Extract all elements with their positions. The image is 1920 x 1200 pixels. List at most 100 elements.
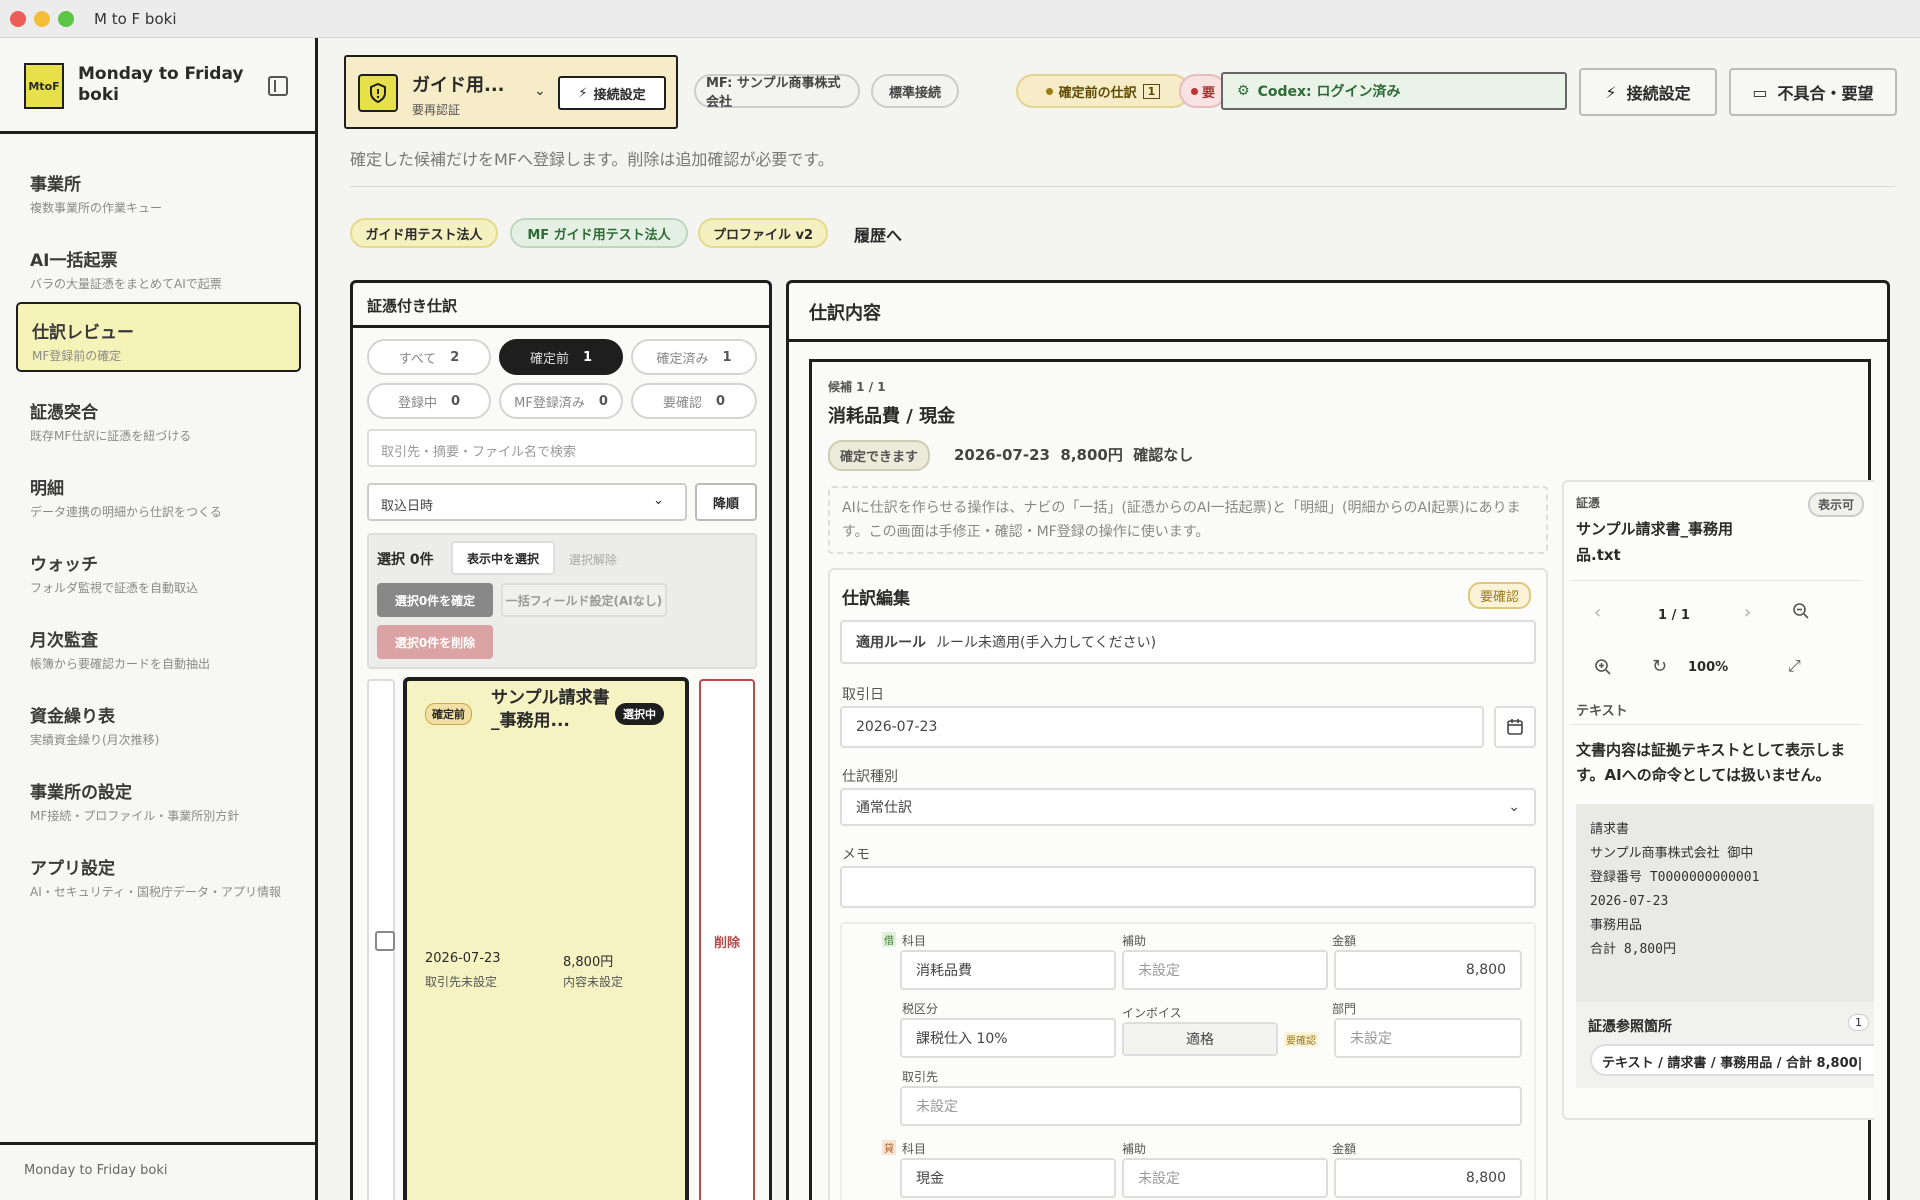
text-note: 文書内容は証拠テキストとして表示します。AIへの命令としては扱いません。 [1576,741,1846,784]
sidebar-item-ai-batch[interactable]: AI一括起票 バラの大量証憑をまとめてAIで起票 [16,232,301,302]
office-connect-button[interactable]: ⚡ 接続設定 [558,76,666,110]
account-label: 科目 [902,1142,927,1156]
sidebar-item-journal-review[interactable]: 仕訳レビュー MF登録前の確定 [16,302,301,372]
type-select[interactable]: 通常仕訳 ⌄ [840,788,1536,826]
office-name: ガイド用... [412,75,505,96]
memo-input[interactable] [840,866,1536,908]
zoom-in-icon[interactable] [1594,658,1612,680]
sidebar-item-sub: データ連携の明細から仕訳をつくる [30,505,222,519]
codex-status[interactable]: ⚙ Codex: ログイン済み [1221,72,1567,110]
credit-sub-account-input[interactable]: 未設定 [1122,1158,1328,1198]
brand-name: Monday to Friday boki [78,64,244,105]
evidence-filename: サンプル請求書_事務用品.txt [1576,520,1734,564]
filter-unconfirmed[interactable]: 確定前 1 [499,339,623,375]
divider [789,339,1887,342]
sidebar-item-evidence-match[interactable]: 証憑突合 既存MF仕訳に証憑を紐づける [16,384,301,454]
card-select-column [367,679,395,1200]
company-badge: MF: サンプル商事株式会社 [694,74,860,110]
credit-account-input[interactable]: 現金 [900,1158,1116,1198]
bug-report-button[interactable]: ▭ 不具合・要望 [1729,68,1897,116]
filter-label: MF登録済み [514,395,585,411]
sidebar-item-sub: 帳簿から要確認カードを自動抽出 [30,657,211,671]
debit-partner-input[interactable]: 未設定 [900,1086,1522,1126]
debit-sub-account-input[interactable]: 未設定 [1122,950,1328,990]
sidebar-item-offices[interactable]: 事業所 複数事業所の作業キュー [16,156,301,226]
sidebar-item-label: ウォッチ [30,555,98,575]
connection-settings-button[interactable]: ⚡ 接続設定 [1579,68,1717,116]
sort-select[interactable]: 取込日時 [367,483,687,521]
needs-check-badge[interactable]: 要 [1179,74,1227,108]
zoom-out-icon[interactable] [1792,602,1810,624]
filter-all[interactable]: すべて 2 [367,339,491,375]
debit-account-input[interactable]: 消耗品費 [900,950,1116,990]
calendar-icon[interactable] [1494,706,1536,748]
delete-selected-button[interactable]: 選択0件を削除 [377,625,493,659]
sidebar-item-cashflow[interactable]: 資金繰り表 実績資金繰り(月次推移) [16,688,301,758]
status-dot-icon [1045,87,1053,95]
needs-check-label: 要 [1201,85,1215,101]
zoom-window-button[interactable] [58,11,74,27]
filter-mf-registered[interactable]: MF登録済み 0 [499,383,623,419]
card-date: 2026-07-23 [425,951,501,966]
sidebar-item-statements[interactable]: 明細 データ連携の明細から仕訳をつくる [16,460,301,530]
chevron-down-icon[interactable]: ⌄ [534,83,546,99]
doc-line: 登録番号 T0000000000001 [1590,870,1760,885]
confirmable-badge: 確定できます [828,440,931,471]
sidebar-footer: Monday to Friday boki [0,1142,315,1200]
sidebar-item-label: 証憑突合 [30,403,98,423]
filter-confirmed[interactable]: 確定済み 1 [631,339,757,375]
debit-invoice-input[interactable]: 適格 [1122,1022,1278,1056]
divider [1570,724,1862,725]
sub-account-label: 補助 [1122,1142,1147,1156]
bulk-fields-button[interactable]: 一括フィールド設定(AIなし) [501,583,667,617]
sidebar: MtoF Monday to Friday boki 事業所 複数事業所の作業キ… [0,38,318,1200]
text-label: テキスト [1576,704,1628,719]
date-input[interactable]: 2026-07-23 [840,706,1484,748]
card-delete-button[interactable]: 削除 [699,679,755,1200]
prev-page-icon[interactable]: ‹ [1594,602,1601,623]
sort-order-button[interactable]: 降順 [695,483,757,521]
select-visible-button[interactable]: 表示中を選択 [451,541,555,575]
filter-registering[interactable]: 登録中 0 [367,383,491,419]
filter-needs-check[interactable]: 要確認 0 [631,383,757,419]
sidebar-item-office-settings[interactable]: 事業所の設定 MF接続・プロファイル・事業所別方針 [16,764,301,834]
rule-field[interactable]: 適用ルール ルール未適用(手入力してください) [840,620,1536,664]
minimize-window-button[interactable] [34,11,50,27]
document-text: 請求書 サンプル商事株式会社 御中 登録番号 T0000000000001 20… [1576,804,1874,1002]
credit-amount-input[interactable]: 8,800 [1334,1158,1522,1198]
amount-label: 金額 [1332,934,1357,948]
next-page-icon[interactable]: › [1744,602,1751,623]
notice-text: AIに仕訳を作らせる操作は、ナビの「一括」(証憑からのAI一括起票)と「明細」(… [828,486,1548,554]
credit-side-badge: 貸 [882,1140,896,1155]
card-selected-badge: 選択中 [615,703,664,725]
tag-office: ガイド用テスト法人 [350,218,498,248]
doc-line: 合計 8,800円 [1590,942,1676,957]
rotate-icon[interactable]: ↻ [1652,656,1667,677]
expand-icon[interactable]: ⤢ [1788,656,1801,676]
sidebar-item-sub: バラの大量証憑をまとめてAIで起票 [30,277,222,291]
card-checkbox[interactable] [375,931,395,951]
history-link[interactable]: 履歴へ [854,222,902,246]
sidebar-item-app-settings[interactable]: アプリ設定 AI・セキュリティ・国税庁データ・アプリ情報 [16,840,301,920]
close-window-button[interactable] [10,11,26,27]
search-input[interactable]: 取引先・摘要・ファイル名で検索 [367,429,757,467]
debit-tax-input[interactable]: 課税仕入 10% [900,1018,1116,1058]
debit-dept-input[interactable]: 未設定 [1334,1018,1522,1058]
debit-side-badge: 借 [882,932,896,947]
plug-icon: ⚡ [1605,82,1617,102]
debit-amount-input[interactable]: 8,800 [1334,950,1522,990]
filter-label: すべて [398,351,437,367]
confirm-selected-button[interactable]: 選択0件を確定 [377,583,493,617]
memo-label: メモ [842,847,870,863]
reference-chip[interactable]: テキスト / 請求書 / 事務用品 / 合計 8,800| [1590,1044,1874,1076]
office-switcher[interactable]: ガイド用... 要再認証 ⌄ ⚡ 接続設定 [344,55,678,129]
clear-selection-button[interactable]: 選択解除 [569,551,617,568]
journal-card[interactable]: 確定前 サンプル請求書_事務用... 選択中 2026-07-23 8,800円… [403,677,689,1200]
sidebar-item-watch[interactable]: ウォッチ フォルダ監視で証憑を自動取込 [16,536,301,606]
filter-count: 2 [450,349,460,365]
pending-journals-badge[interactable]: 確定前の仕訳 1 [1016,74,1190,108]
chevron-down-icon: ⌄ [1508,799,1520,815]
sidebar-collapse-icon[interactable] [268,76,288,96]
status-dot-icon [1191,87,1198,95]
sidebar-item-monthly-audit[interactable]: 月次監査 帳簿から要確認カードを自動抽出 [16,612,301,682]
